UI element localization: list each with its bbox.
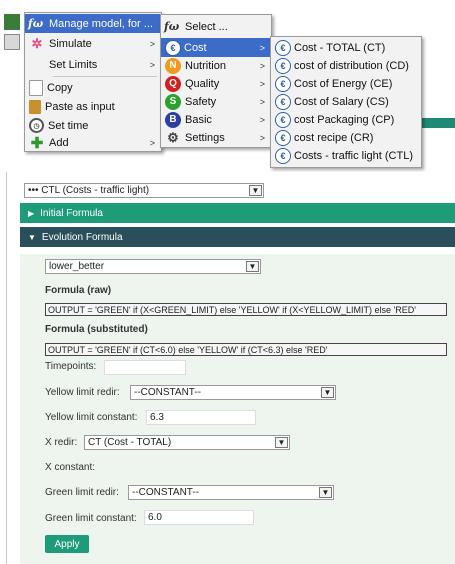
model-submenu: fω Select ... € Cost > N Nutrition > Q Q… (160, 14, 272, 148)
apply-button[interactable]: Apply (45, 535, 89, 553)
model-select[interactable]: ••• CTL (Costs - traffic light) ▼ (24, 183, 264, 198)
submenu-arrow-icon: > (259, 114, 265, 125)
timepoints-input[interactable] (104, 360, 186, 375)
x-constant-input[interactable] (102, 460, 212, 475)
copy-icon (29, 79, 43, 96)
app-tab-icon (4, 14, 20, 30)
chevron-down-icon: ▼ (246, 261, 259, 272)
submenu-item-safety[interactable]: S Safety > (161, 92, 271, 111)
chevron-down-icon: ▼ (275, 437, 288, 448)
submenu-arrow-icon: > (149, 59, 155, 70)
green-limit-constant-label: Green limit constant: (45, 513, 137, 524)
menu-item-paste-as-input[interactable]: Paste as input (25, 97, 161, 116)
menu-separator (53, 76, 157, 77)
yellow-limit-redir-label: Yellow limit redir: (45, 387, 120, 398)
green-limit-redir-label: Green limit redir: (45, 487, 119, 498)
green-limit-constant-input[interactable]: 6.0 (144, 510, 254, 525)
menu-item-set-limits[interactable]: Set Limits > (25, 55, 161, 74)
app-tab-icon (4, 34, 20, 50)
green-limit-redir-select[interactable]: --CONSTANT-- ▼ (128, 485, 334, 500)
cost-item[interactable]: € cost Packaging (CP) (271, 110, 421, 129)
menu-item-copy[interactable]: Copy (25, 78, 161, 97)
submenu-item-quality[interactable]: Q Quality > (161, 74, 271, 93)
cost-icon: € (275, 93, 291, 110)
cost-icon: € (275, 129, 291, 146)
chevron-down-icon: ▼ (249, 185, 262, 196)
cost-item[interactable]: € Costs - traffic light (CTL) (271, 146, 421, 165)
safety-icon: S (165, 93, 181, 110)
menu-item-simulate[interactable]: ✲ Simulate > (25, 34, 161, 53)
cost-item[interactable]: € Cost of Energy (CE) (271, 74, 421, 93)
menu-item-manage-model[interactable]: fω Manage model, for ... (25, 14, 161, 33)
submenu-item-cost[interactable]: € Cost > (161, 38, 271, 57)
cost-item[interactable]: € cost recipe (CR) (271, 128, 421, 147)
cost-item[interactable]: € Cost - TOTAL (CT) (271, 38, 421, 57)
fx-icon: fω (28, 17, 44, 30)
add-icon: ✚ (30, 134, 44, 152)
initial-formula-header[interactable]: ▶ Initial Formula (20, 203, 455, 223)
strategy-select[interactable]: lower_better ▼ (45, 259, 261, 274)
formula-substituted-field[interactable]: OUTPUT = 'GREEN' if (CT<6.0) else 'YELLO… (45, 343, 447, 356)
chevron-down-icon: ▼ (321, 387, 334, 398)
simulate-icon: ✲ (31, 35, 43, 51)
context-menu: fω Manage model, for ... ✲ Simulate > Se… (24, 12, 162, 152)
submenu-arrow-icon: > (149, 137, 155, 148)
cost-icon: € (275, 75, 291, 92)
cost-item[interactable]: € cost of distribution (CD) (271, 56, 421, 75)
submenu-item-nutrition[interactable]: N Nutrition > (161, 56, 271, 75)
submenu-item-settings[interactable]: ⚙ Settings > (161, 128, 271, 147)
menu-item-add[interactable]: ✚ Add > (25, 133, 161, 152)
paste-icon (29, 99, 41, 114)
yellow-limit-redir-select[interactable]: --CONSTANT-- ▼ (130, 385, 336, 400)
basic-icon: B (165, 111, 181, 128)
submenu-arrow-icon: > (259, 60, 265, 71)
submenu-arrow-icon: > (259, 78, 265, 89)
cost-item[interactable]: € Cost of Salary (CS) (271, 92, 421, 111)
fx-icon: fω (164, 20, 180, 33)
cost-icon: € (165, 39, 181, 56)
cost-icon: € (275, 147, 291, 164)
clock-icon: ◷ (29, 118, 44, 133)
caret-down-icon: ▼ (28, 232, 36, 242)
x-redir-label: X redir: (45, 437, 78, 448)
gear-icon: ⚙ (167, 129, 179, 145)
cost-icon: € (275, 111, 291, 128)
formula-raw-label: Formula (raw) (45, 285, 112, 296)
submenu-item-basic[interactable]: B Basic > (161, 110, 271, 129)
submenu-arrow-icon: > (259, 132, 265, 143)
yellow-limit-constant-input[interactable]: 6.3 (146, 410, 256, 425)
x-redir-select[interactable]: CT (Cost - TOTAL) ▼ (84, 435, 290, 450)
yellow-limit-constant-label: Yellow limit constant: (45, 412, 138, 423)
submenu-arrow-icon: > (259, 96, 265, 107)
caret-right-icon: ▶ (28, 208, 35, 218)
cost-submenu: € Cost - TOTAL (CT) € cost of distribution… (270, 36, 422, 168)
formula-substituted-label: Formula (substituted) (45, 324, 148, 335)
nutrition-icon: N (165, 57, 181, 74)
quality-icon: Q (165, 75, 181, 92)
x-constant-label: X constant: (45, 462, 96, 473)
submenu-arrow-icon: > (149, 38, 155, 49)
submenu-arrow-icon: > (259, 42, 265, 53)
cost-icon: € (275, 57, 291, 74)
timepoints-label: Timepoints: (45, 361, 97, 372)
submenu-item-select[interactable]: fω Select ... (161, 17, 271, 36)
evolution-formula-header[interactable]: ▼ Evolution Formula (20, 227, 455, 247)
cost-icon: € (275, 39, 291, 56)
formula-raw-field[interactable]: OUTPUT = 'GREEN' if (X<GREEN_LIMIT) else… (45, 303, 447, 316)
chevron-down-icon: ▼ (319, 487, 332, 498)
